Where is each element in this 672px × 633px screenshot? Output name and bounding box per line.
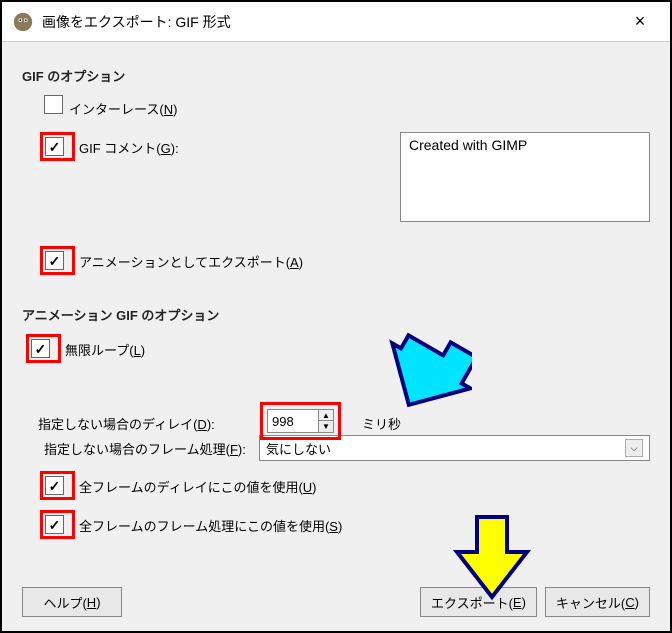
frame-disposal-row: 指定しない場合のフレーム処理(F): 気にしない ⌵	[44, 435, 650, 461]
export-animation-checkbox[interactable]	[45, 251, 64, 270]
use-disposal-all-row: 全フレームのフレーム処理にこの値を使用(S)	[40, 510, 650, 539]
use-disposal-all-label: 全フレームのフレーム処理にこの値を使用(S)	[79, 510, 342, 535]
delay-spinner-highlight: ▲ ▼	[260, 402, 341, 440]
export-dialog: 画像をエクスポート: GIF 形式 × GIF のオプション インターレース(N…	[0, 0, 672, 633]
delay-spinner[interactable]: ▲ ▼	[267, 409, 334, 433]
help-button[interactable]: ヘルプ(H)	[22, 587, 122, 617]
delay-input[interactable]	[268, 410, 318, 432]
export-as-animation-row: アニメーションとしてエクスポート(A)	[40, 246, 650, 275]
cancel-button[interactable]: キャンセル(C)	[545, 587, 650, 617]
infinite-loop-checkbox-highlight	[26, 334, 61, 363]
delay-unit-label: ミリ秒	[362, 414, 401, 433]
use-delay-all-row: 全フレームのディレイにこの値を使用(U)	[40, 471, 650, 500]
spinner-up-icon[interactable]: ▲	[319, 410, 333, 421]
use-delay-all-checkbox[interactable]	[45, 476, 64, 495]
gif-comment-checkbox[interactable]	[45, 137, 64, 156]
interlace-checkbox[interactable]	[44, 95, 63, 114]
frame-disposal-value: 気にしない	[266, 439, 331, 458]
interlace-label: インターレース(N)	[69, 95, 177, 118]
chevron-down-icon: ⌵	[625, 439, 643, 457]
titlebar: 画像をエクスポート: GIF 形式 ×	[2, 2, 670, 42]
export-button[interactable]: エクスポート(E)	[420, 587, 537, 617]
infinite-loop-row: 無限ループ(L)	[26, 334, 650, 363]
spinner-buttons: ▲ ▼	[318, 410, 333, 432]
infinite-loop-checkbox[interactable]	[31, 339, 50, 358]
window-title: 画像をエクスポート: GIF 形式	[42, 12, 231, 32]
use-disposal-all-checkbox[interactable]	[45, 515, 64, 534]
gif-comment-textarea[interactable]: Created with GIMP	[400, 132, 650, 222]
interlace-row: インターレース(N)	[44, 95, 650, 118]
infinite-loop-label: 無限ループ(L)	[65, 334, 145, 359]
dialog-body: GIF のオプション インターレース(N) GIF コメント(G): Creat…	[2, 42, 670, 631]
frame-disposal-label: 指定しない場合のフレーム処理(F):	[44, 439, 259, 458]
gif-options-title: GIF のオプション	[22, 66, 650, 85]
footer: ヘルプ(H) エクスポート(E) キャンセル(C)	[22, 587, 650, 617]
spinner-down-icon[interactable]: ▼	[319, 421, 333, 432]
app-icon	[12, 11, 34, 33]
export-animation-checkbox-highlight	[40, 246, 75, 275]
use-disposal-all-checkbox-highlight	[40, 510, 75, 539]
close-icon[interactable]: ×	[620, 11, 660, 32]
use-delay-all-label: 全フレームのディレイにこの値を使用(U)	[79, 471, 317, 496]
use-delay-all-checkbox-highlight	[40, 471, 75, 500]
gif-comment-label: GIF コメント(G):	[79, 132, 179, 157]
delay-label: 指定しない場合のディレイ(D):	[38, 414, 215, 433]
anim-options-title: アニメーション GIF のオプション	[22, 305, 650, 324]
gif-comment-row: GIF コメント(G): Created with GIMP	[40, 132, 650, 222]
gif-comment-checkbox-highlight	[40, 132, 75, 161]
export-animation-label: アニメーションとしてエクスポート(A)	[79, 246, 303, 271]
